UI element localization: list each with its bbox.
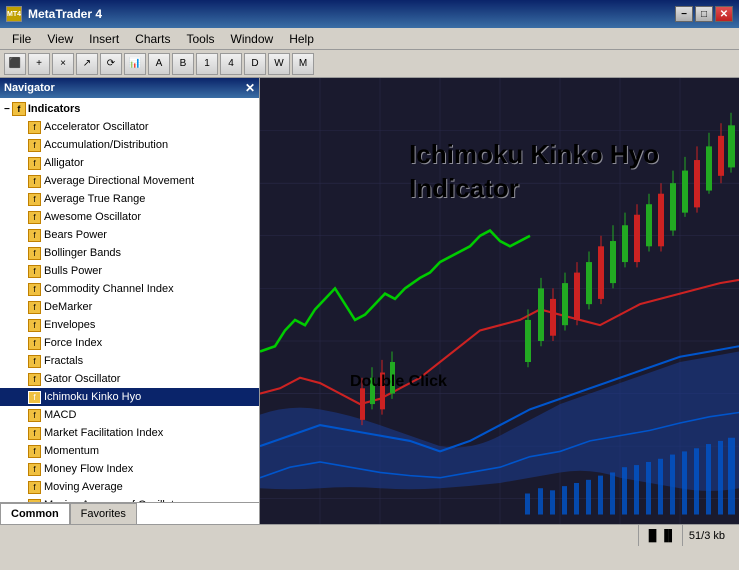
- toolbar-btn-2[interactable]: +: [28, 53, 50, 75]
- list-item[interactable]: f Average Directional Movement: [0, 172, 259, 190]
- indicator-icon: f: [28, 229, 41, 242]
- close-button[interactable]: ✕: [715, 6, 733, 22]
- indicator-icon: f: [28, 265, 41, 278]
- indicator-icon: f: [28, 121, 41, 134]
- title-bar: MT4 MetaTrader 4 − □ ✕: [0, 0, 739, 28]
- toolbar-btn-4[interactable]: ↗: [76, 53, 98, 75]
- list-item[interactable]: f Envelopes: [0, 316, 259, 334]
- toolbar-btn-3[interactable]: ×: [52, 53, 74, 75]
- tab-favorites[interactable]: Favorites: [70, 503, 137, 524]
- status-bar: ▐▌▐▌ 51/3 kb: [0, 524, 739, 546]
- title-bar-left: MT4 MetaTrader 4: [6, 6, 102, 22]
- indicator-icon: f: [28, 355, 41, 368]
- list-item[interactable]: f Average True Range: [0, 190, 259, 208]
- toolbar-btn-6[interactable]: 📊: [124, 53, 146, 75]
- root-toggle[interactable]: −: [4, 104, 10, 115]
- main-area: Navigator ✕ − f Indicators f Accelerator…: [0, 78, 739, 524]
- indicator-icon: f: [28, 283, 41, 296]
- indicator-icon: f: [28, 427, 41, 440]
- list-item[interactable]: f Accelerator Oscillator: [0, 118, 259, 136]
- status-size: 51/3 kb: [682, 525, 731, 546]
- indicator-icon: f: [28, 319, 41, 332]
- minimize-button[interactable]: −: [675, 6, 693, 22]
- status-bars-icon: ▐▌▐▌: [638, 525, 682, 546]
- list-item[interactable]: f Awesome Oscillator: [0, 208, 259, 226]
- list-item[interactable]: f Fractals: [0, 352, 259, 370]
- toolbar-btn-10[interactable]: 4: [220, 53, 242, 75]
- list-item[interactable]: f Commodity Channel Index: [0, 280, 259, 298]
- menu-file[interactable]: File: [4, 30, 39, 48]
- list-item[interactable]: f Bears Power: [0, 226, 259, 244]
- app-icon: MT4: [6, 6, 22, 22]
- tab-common[interactable]: Common: [0, 503, 70, 524]
- indicator-icon: f: [28, 337, 41, 350]
- indicator-icon: f: [28, 301, 41, 314]
- list-item[interactable]: f Moving Average: [0, 478, 259, 496]
- root-icon: f: [12, 102, 26, 116]
- navigator-close-button[interactable]: ✕: [245, 81, 255, 95]
- toolbar-btn-7[interactable]: A: [148, 53, 170, 75]
- navigator-panel: Navigator ✕ − f Indicators f Accelerator…: [0, 78, 260, 524]
- list-item[interactable]: f Bulls Power: [0, 262, 259, 280]
- indicator-icon: f: [28, 409, 41, 422]
- list-item[interactable]: f Alligator: [0, 154, 259, 172]
- menu-charts[interactable]: Charts: [127, 30, 178, 48]
- toolbar-btn-13[interactable]: M: [292, 53, 314, 75]
- menu-tools[interactable]: Tools: [179, 30, 223, 48]
- nav-tree[interactable]: − f Indicators f Accelerator Oscillator …: [0, 98, 259, 502]
- list-item[interactable]: f Force Index: [0, 334, 259, 352]
- indicator-icon: f: [28, 157, 41, 170]
- toolbar-btn-11[interactable]: D: [244, 53, 266, 75]
- chart-svg: [260, 78, 739, 524]
- list-item[interactable]: f Gator Oscillator: [0, 370, 259, 388]
- menu-window[interactable]: Window: [223, 30, 282, 48]
- indicator-icon: f: [28, 175, 41, 188]
- toolbar: ⬛ + × ↗ ⟳ 📊 A B 1 4 D W M: [0, 50, 739, 78]
- menu-bar: File View Insert Charts Tools Window Hel…: [0, 28, 739, 50]
- menu-insert[interactable]: Insert: [81, 30, 127, 48]
- list-item[interactable]: f Accumulation/Distribution: [0, 136, 259, 154]
- menu-help[interactable]: Help: [281, 30, 322, 48]
- toolbar-btn-5[interactable]: ⟳: [100, 53, 122, 75]
- list-item[interactable]: f Market Facilitation Index: [0, 424, 259, 442]
- menu-view[interactable]: View: [39, 30, 81, 48]
- ichimoku-item[interactable]: f Ichimoku Kinko Hyo: [0, 388, 259, 406]
- list-item[interactable]: f DeMarker: [0, 298, 259, 316]
- list-item[interactable]: f Money Flow Index: [0, 460, 259, 478]
- navigator-header: Navigator ✕: [0, 78, 259, 98]
- indicator-icon: f: [28, 391, 41, 404]
- indicators-root: − f Indicators: [0, 100, 259, 118]
- indicator-icon: f: [28, 445, 41, 458]
- root-label: Indicators: [28, 103, 81, 115]
- indicator-icon: f: [28, 373, 41, 386]
- toolbar-btn-8[interactable]: B: [172, 53, 194, 75]
- indicator-icon: f: [28, 247, 41, 260]
- indicator-icon: f: [28, 211, 41, 224]
- indicator-icon: f: [28, 139, 41, 152]
- list-item[interactable]: f Momentum: [0, 442, 259, 460]
- list-item[interactable]: f Bollinger Bands: [0, 244, 259, 262]
- window-controls: − □ ✕: [675, 6, 733, 22]
- toolbar-btn-12[interactable]: W: [268, 53, 290, 75]
- chart-area[interactable]: Double Click Ichimoku Kinko Hyo Indicato…: [260, 78, 739, 524]
- indicator-icon: f: [28, 481, 41, 494]
- indicator-icon: f: [28, 463, 41, 476]
- restore-button[interactable]: □: [695, 6, 713, 22]
- list-item[interactable]: f MACD: [0, 406, 259, 424]
- nav-tabs: Common Favorites: [0, 502, 259, 524]
- navigator-title: Navigator: [4, 82, 55, 94]
- toolbar-btn-1[interactable]: ⬛: [4, 53, 26, 75]
- window-title: MetaTrader 4: [28, 7, 102, 21]
- navigator-content: − f Indicators f Accelerator Oscillator …: [0, 98, 259, 524]
- toolbar-btn-9[interactable]: 1: [196, 53, 218, 75]
- indicator-icon: f: [28, 193, 41, 206]
